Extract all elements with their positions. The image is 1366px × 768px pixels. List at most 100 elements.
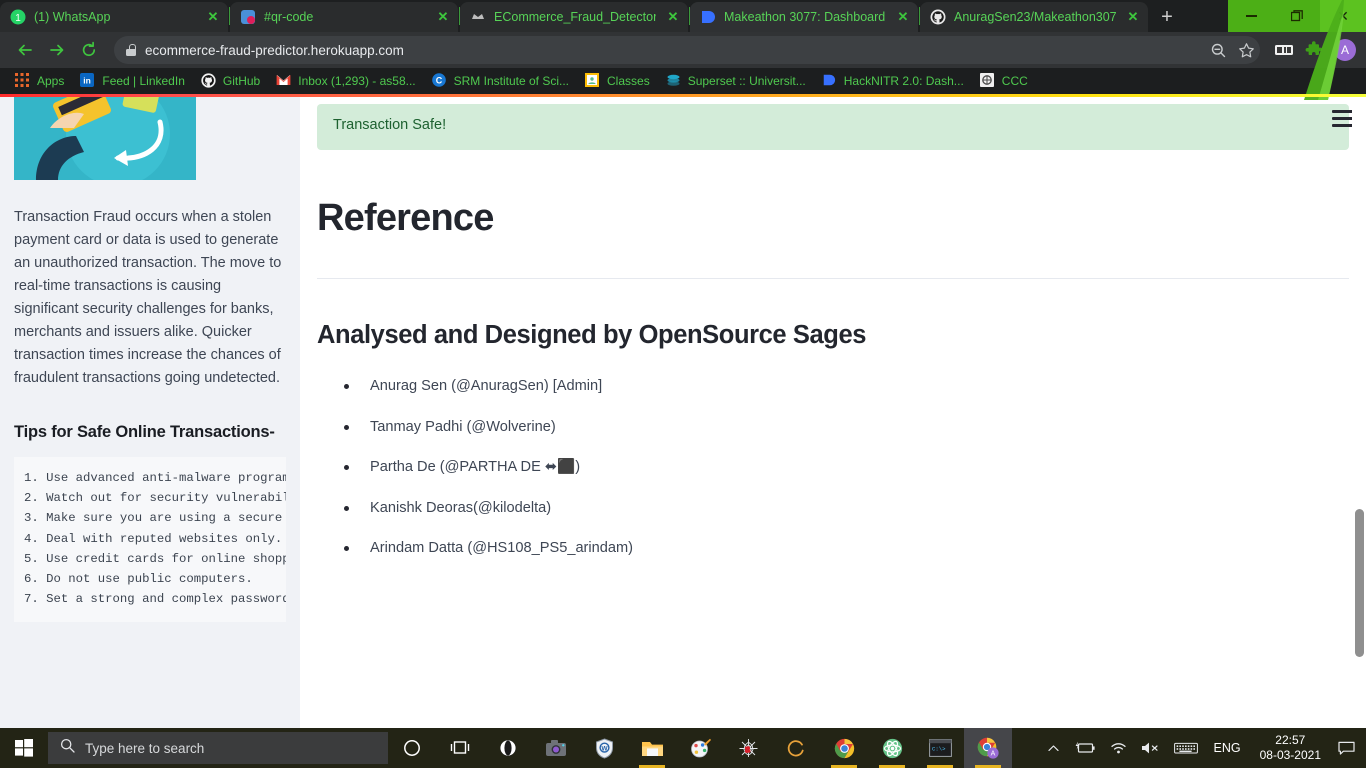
puzzle-piece-icon[interactable] (1300, 36, 1328, 64)
volume-muted-icon[interactable] (1134, 728, 1167, 768)
svg-text:1: 1 (15, 13, 21, 24)
minimize-button[interactable] (1228, 0, 1274, 32)
shield-icon[interactable]: W (580, 728, 628, 768)
page-scrollbar[interactable] (1352, 94, 1366, 728)
bookmark-linkedin[interactable]: in Feed | LinkedIn (73, 71, 192, 91)
browser-tab-makeathon-dashboard[interactable]: Makeathon 3077: Dashboard | ✕ (690, 2, 918, 32)
tab-title: ECommerce_Fraud_Detector · S (494, 10, 656, 24)
profile-avatar[interactable]: A (1334, 39, 1356, 61)
tab-close-button[interactable]: ✕ (664, 8, 682, 26)
browser-tab-whatsapp[interactable]: 1 (1) WhatsApp ✕ (0, 2, 228, 32)
tab-close-button[interactable]: ✕ (204, 8, 222, 26)
bookmark-label: Apps (37, 74, 65, 88)
task-view-icon[interactable] (436, 728, 484, 768)
superset-icon (666, 73, 682, 89)
tab-close-button[interactable]: ✕ (1124, 8, 1142, 26)
streamlit-main-content: Transaction Safe! Reference Analysed and… (300, 94, 1366, 728)
language-indicator[interactable]: ENG (1205, 741, 1250, 755)
battery-charging-icon[interactable] (1067, 728, 1103, 768)
camera-icon[interactable] (532, 728, 580, 768)
star-icon[interactable] (1232, 36, 1260, 64)
notification-icon[interactable] (1331, 728, 1362, 768)
bookmark-hacknitr[interactable]: HackNITR 2.0: Dash... (815, 71, 971, 91)
paint-icon[interactable] (676, 728, 724, 768)
bookmark-ccc[interactable]: CCC (973, 71, 1035, 91)
sidebar-tips-heading: Tips for Safe Online Transactions- (14, 423, 275, 441)
bookmark-label: HackNITR 2.0: Dash... (843, 74, 964, 88)
tab-close-button[interactable]: ✕ (894, 8, 912, 26)
bookmark-label: Inbox (1,293) - as58... (298, 74, 416, 88)
cortana-icon[interactable] (388, 728, 436, 768)
tab-title: #qr-code (264, 10, 314, 24)
forward-arrow-icon[interactable] (42, 35, 72, 65)
ccc-icon (979, 73, 996, 89)
start-button[interactable] (0, 728, 48, 768)
keyboard-icon[interactable] (1167, 728, 1205, 768)
wifi-icon[interactable] (1103, 728, 1134, 768)
extension-icon[interactable] (1270, 36, 1298, 64)
zoom-out-icon[interactable] (1204, 36, 1232, 64)
bookmark-label: CCC (1001, 74, 1028, 88)
new-tab-button[interactable]: + (1153, 4, 1181, 32)
list-item: Anurag Sen (@AnuragSen) [Admin] (344, 366, 1366, 407)
page-title-reference: Reference (317, 197, 494, 239)
tab-close-button[interactable]: ✕ (434, 8, 452, 26)
contributors-list: Anurag Sen (@AnuragSen) [Admin] Tanmay P… (344, 366, 1366, 569)
gmail-icon (276, 73, 292, 89)
back-arrow-icon[interactable] (10, 35, 40, 65)
loading-icon[interactable] (772, 728, 820, 768)
svg-text:C:\>: C:\> (932, 745, 946, 752)
list-item: Arindam Datta (@HS108_PS5_arindam) (344, 528, 1366, 569)
slack-icon (240, 9, 256, 25)
address-bar[interactable]: ecommerce-fraud-predictor.herokuapp.com (114, 36, 1260, 64)
bookmark-srm[interactable]: C SRM Institute of Sci... (425, 71, 576, 91)
opera-icon[interactable] (484, 728, 532, 768)
chrome-icon[interactable] (820, 728, 868, 768)
hamburger-bar (1332, 117, 1354, 120)
linkedin-icon: in (80, 73, 96, 89)
classroom-icon (585, 73, 601, 89)
bookmark-label: GitHub (222, 74, 261, 88)
bookmark-github[interactable]: GitHub (194, 71, 267, 91)
page-scrollbar-thumb[interactable] (1355, 509, 1364, 657)
close-button[interactable] (1320, 0, 1366, 32)
streamlit-sidebar: Transaction Fraud occurs when a stolen p… (0, 94, 300, 728)
reload-icon[interactable] (74, 35, 104, 65)
svg-text:A: A (991, 751, 996, 758)
section-title-contributors: Analysed and Designed by OpenSource Sage… (317, 321, 867, 349)
sidebar-paragraph: Transaction Fraud occurs when a stolen p… (14, 209, 282, 386)
chrome-profile-icon[interactable]: A (964, 728, 1012, 768)
taskbar-clock[interactable]: 22:57 08-03-2021 (1250, 728, 1331, 768)
bookmark-gmail-inbox[interactable]: Inbox (1,293) - as58... (269, 71, 422, 91)
window-controls (1228, 0, 1366, 32)
spider-web-icon[interactable] (724, 728, 772, 768)
clock-time: 22:57 (1275, 733, 1306, 747)
hamburger-menu-icon[interactable] (1332, 110, 1354, 127)
maximize-button[interactable] (1274, 0, 1320, 32)
terminal-icon[interactable]: C:\> (916, 728, 964, 768)
chevron-up-icon[interactable] (1040, 728, 1067, 768)
apps-grid-icon (15, 73, 31, 89)
bookmark-label: Superset :: Universit... (687, 74, 806, 88)
srm-icon: C (431, 73, 448, 89)
bookmark-apps[interactable]: Apps (8, 71, 71, 91)
svg-text:W: W (601, 745, 608, 752)
bookmark-classes[interactable]: Classes (578, 71, 657, 91)
browser-tab-qr-code[interactable]: #qr-code ✕ (230, 2, 458, 32)
browser-toolbar: ecommerce-fraud-predictor.herokuapp.com … (0, 32, 1366, 68)
tab-title: (1) WhatsApp (34, 10, 111, 24)
list-item: Tanmay Padhi (@Wolverine) (344, 407, 1366, 448)
browser-tab-ecommerce-fraud-detector[interactable]: ECommerce_Fraud_Detector · S ✕ (460, 2, 688, 32)
credit-card-fraud-illustration (14, 94, 196, 180)
sidebar-tips-code-block: 1. Use advanced anti-malware program. 2.… (14, 457, 286, 623)
file-explorer-icon[interactable] (628, 728, 676, 768)
taskbar-search-box[interactable]: Type here to search (48, 732, 388, 764)
clock-date: 08-03-2021 (1259, 748, 1321, 762)
atom-icon[interactable] (868, 728, 916, 768)
bookmark-superset[interactable]: Superset :: Universit... (659, 71, 813, 91)
address-bar-url: ecommerce-fraud-predictor.herokuapp.com (145, 42, 404, 58)
devfolio-icon (700, 9, 716, 25)
system-tray: ENG 22:57 08-03-2021 (1040, 728, 1366, 768)
browser-tab-github-repo[interactable]: AnuragSen23/Makeathon3077 ✕ (920, 2, 1148, 32)
devfolio-icon (822, 73, 838, 89)
